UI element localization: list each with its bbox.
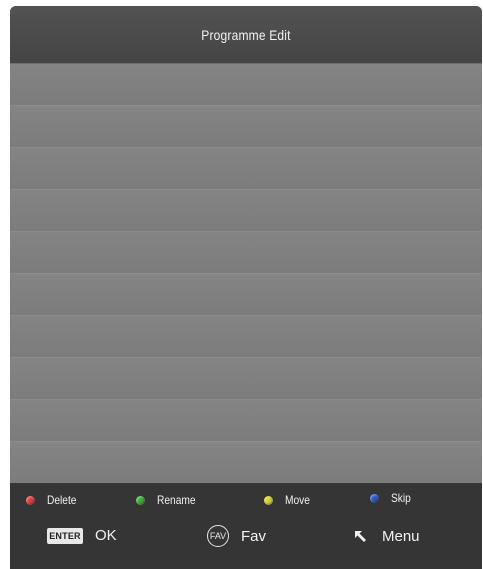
move-label: Move xyxy=(285,493,310,507)
list-row[interactable] xyxy=(10,273,482,315)
enter-key-icon: ENTER xyxy=(47,527,83,544)
list-row[interactable] xyxy=(10,105,482,147)
blue-dot-icon xyxy=(370,493,379,503)
programme-edit-screen: Programme Edit Delete Rename Move Skip E… xyxy=(10,6,482,569)
list-row[interactable] xyxy=(10,189,482,231)
key-legend: Delete Rename Move Skip ENTER OK FAV Fav… xyxy=(10,483,482,569)
rename-label: Rename xyxy=(157,493,196,507)
skip-label: Skip xyxy=(391,491,411,505)
list-row[interactable] xyxy=(10,399,482,441)
back-arrow-icon xyxy=(355,530,366,542)
fav-key[interactable]: FAV Fav xyxy=(207,525,266,547)
programme-list xyxy=(10,63,482,483)
list-row[interactable] xyxy=(10,441,482,483)
list-row[interactable] xyxy=(10,147,482,189)
yellow-dot-icon xyxy=(264,495,273,505)
green-dot-icon xyxy=(136,495,145,505)
header-bar: Programme Edit xyxy=(10,6,482,63)
rename-key[interactable]: Rename xyxy=(136,493,202,507)
fav-key-icon: FAV xyxy=(207,525,229,547)
list-row[interactable] xyxy=(10,231,482,273)
page-title: Programme Edit xyxy=(201,26,291,43)
move-key[interactable]: Move xyxy=(264,493,314,507)
delete-label: Delete xyxy=(47,493,77,507)
menu-label: Menu xyxy=(382,528,420,545)
delete-key[interactable]: Delete xyxy=(26,493,82,507)
skip-key[interactable]: Skip xyxy=(370,491,414,505)
fav-label: Fav xyxy=(241,527,267,545)
red-dot-icon xyxy=(26,495,35,505)
menu-key[interactable]: Menu xyxy=(352,528,420,545)
list-row[interactable] xyxy=(10,63,482,105)
ok-key[interactable]: ENTER OK xyxy=(47,527,117,544)
ok-label: OK xyxy=(95,527,117,544)
list-row[interactable] xyxy=(10,315,482,357)
list-row[interactable] xyxy=(10,357,482,399)
